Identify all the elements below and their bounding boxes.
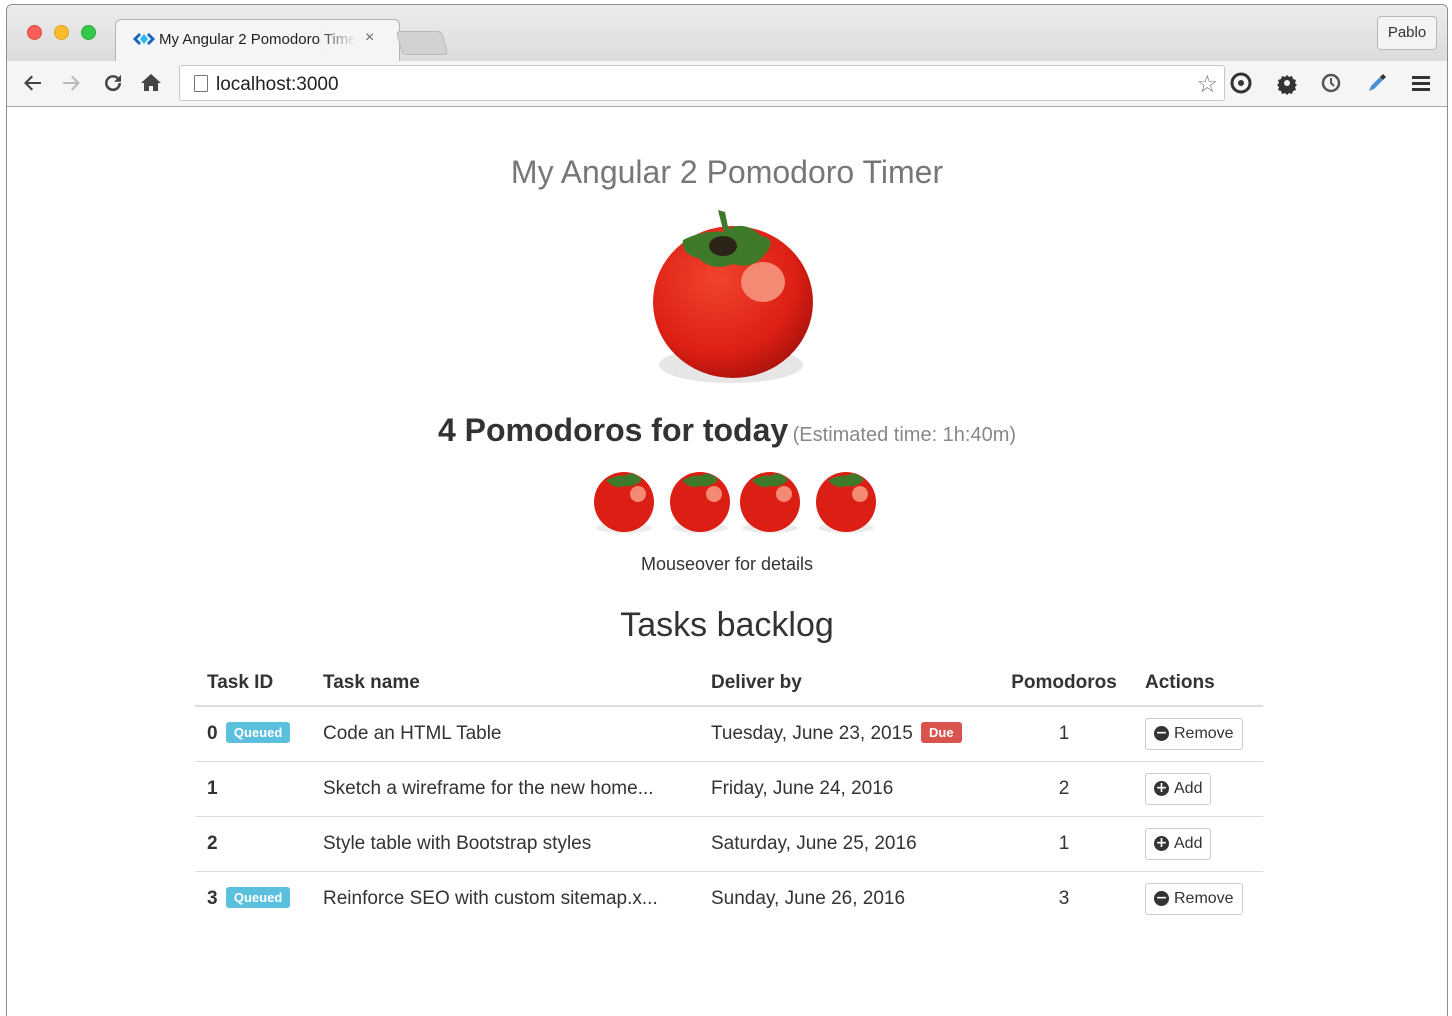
pomodoro-count: 3: [1058, 887, 1070, 909]
task-id: 1: [207, 777, 218, 799]
pomodoro-icon[interactable]: [590, 466, 658, 534]
pomodoro-icon[interactable]: [666, 466, 734, 534]
record-icon[interactable]: [1229, 71, 1253, 100]
add-label: Add: [1174, 779, 1203, 797]
pomodoro-icon[interactable]: [736, 466, 804, 534]
add-button[interactable]: + Add: [1145, 772, 1212, 805]
task-id: 3: [207, 888, 218, 910]
pomodoro-icon[interactable]: [812, 466, 880, 534]
task-id: 2: [207, 832, 218, 854]
today-summary: 4 Pomodoros for today (Estimated time: 1…: [7, 412, 1447, 449]
mouseover-hint: Mouseover for details: [640, 554, 814, 574]
eyedropper-icon[interactable]: [1365, 71, 1389, 100]
tab-close-icon[interactable]: ×: [365, 29, 374, 47]
backlog-title: Tasks backlog: [620, 606, 834, 644]
tomato-logo-icon: [653, 210, 813, 383]
pomodoro-count: 1: [995, 706, 1133, 762]
header-task-name: Task name: [311, 660, 699, 707]
pomodoro-count: 2: [995, 761, 1133, 817]
back-arrow-icon[interactable]: [21, 71, 45, 100]
task-id: 0: [207, 723, 218, 745]
forward-arrow-icon[interactable]: [59, 71, 83, 100]
pomodoro-count: 1: [995, 816, 1133, 872]
page-title: My Angular 2 Pomodoro Timer: [510, 154, 944, 190]
tab-strip: My Angular 2 Pomodoro Timer × Pablo: [7, 5, 1447, 61]
browser-toolbar: localhost:3000 ☆: [7, 61, 1447, 107]
add-label: Add: [1174, 834, 1203, 852]
home-icon[interactable]: [139, 71, 163, 100]
table-row: 0 Queued Code an HTML Table Tuesday, Jun…: [195, 706, 1263, 762]
estimated-time: (Estimated time: 1h:40m): [792, 424, 1017, 446]
page-icon: [194, 75, 208, 92]
table-row: 1 Sketch a wireframe for the new home...…: [195, 761, 1263, 817]
angular-favicon-icon: [133, 33, 155, 45]
remove-label: Remove: [1174, 889, 1234, 907]
remove-button[interactable]: − Remove: [1145, 882, 1243, 915]
table-row: 2 Style table with Bootstrap styles Satu…: [195, 816, 1263, 872]
tab-title-fade: [317, 27, 357, 51]
minus-circle-icon: −: [1154, 725, 1169, 742]
gear-icon[interactable]: [1275, 71, 1299, 100]
task-name: Sketch a wireframe for the new home...: [311, 761, 699, 817]
queued-badge: Queued: [225, 887, 291, 909]
header-deliver-by: Deliver by: [699, 660, 995, 707]
remove-button[interactable]: − Remove: [1145, 717, 1243, 750]
header-actions: Actions: [1133, 660, 1263, 707]
profile-button[interactable]: Pablo: [1377, 16, 1437, 50]
clock-extension-icon[interactable]: [1319, 71, 1343, 100]
minus-circle-icon: −: [1154, 890, 1169, 907]
browser-window: My Angular 2 Pomodoro Timer × Pablo loca…: [6, 4, 1448, 1016]
zoom-window-button[interactable]: [81, 25, 96, 40]
bookmark-star-icon[interactable]: ☆: [1196, 70, 1218, 99]
plus-circle-icon: +: [1154, 835, 1169, 851]
tasks-table: Task ID Task name Deliver by Pomodoros A…: [195, 660, 1263, 926]
table-header-row: Task ID Task name Deliver by Pomodoros A…: [195, 660, 1263, 707]
task-name: Style table with Bootstrap styles: [311, 816, 699, 872]
menu-icon[interactable]: [1409, 71, 1433, 100]
close-window-button[interactable]: [27, 25, 42, 40]
new-tab-button[interactable]: [395, 31, 449, 55]
page-content: My Angular 2 Pomodoro Timer 4 Pomodoros …: [7, 108, 1447, 1016]
today-count: 4 Pomodoros for today: [437, 412, 789, 448]
reload-icon[interactable]: [101, 71, 125, 100]
due-badge: Due: [921, 722, 962, 744]
header-pomodoros: Pomodoros: [995, 660, 1133, 707]
pomodoro-icons-row: [582, 466, 882, 536]
plus-circle-icon: +: [1154, 780, 1169, 796]
header-task-id: Task ID: [195, 660, 311, 707]
deliver-date: Friday, June 24, 2016: [711, 777, 894, 799]
task-name: Reinforce SEO with custom sitemap.x...: [323, 887, 658, 909]
address-bar[interactable]: localhost:3000 ☆: [179, 65, 1225, 101]
deliver-date: Sunday, June 26, 2016: [711, 887, 906, 909]
add-button[interactable]: + Add: [1145, 827, 1212, 860]
queued-badge: Queued: [225, 722, 291, 744]
remove-label: Remove: [1174, 724, 1234, 742]
url-text[interactable]: localhost:3000: [216, 74, 339, 96]
minimize-window-button[interactable]: [54, 25, 69, 40]
deliver-date: Tuesday, June 23, 2015: [711, 723, 913, 745]
deliver-date: Saturday, June 25, 2016: [711, 832, 917, 854]
table-row: 3 Queued Reinforce SEO with custom sitem…: [195, 871, 1263, 926]
task-name: Code an HTML Table: [311, 706, 699, 762]
